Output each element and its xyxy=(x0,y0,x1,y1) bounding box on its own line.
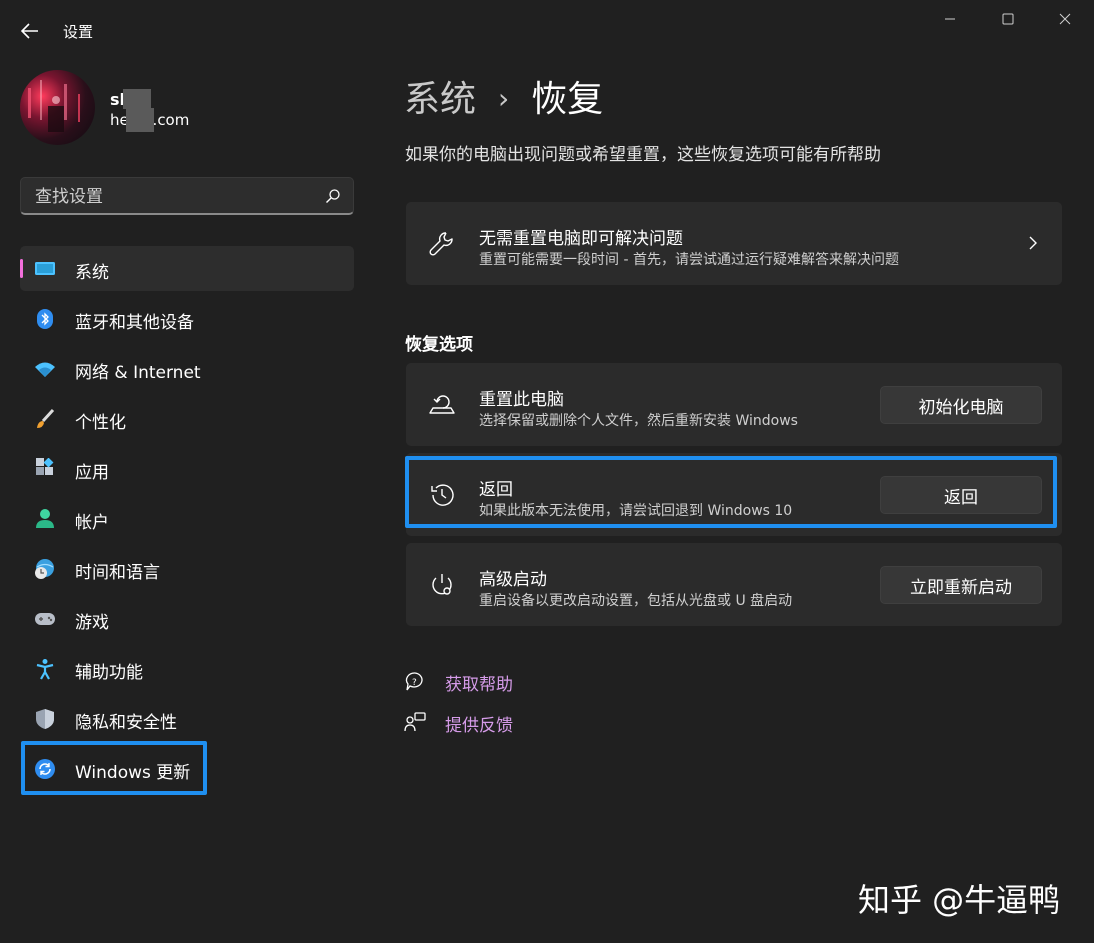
close-button[interactable] xyxy=(1043,8,1087,30)
card-title: 无需重置电脑即可解决问题 xyxy=(479,229,683,249)
sidebar-item-label: 时间和语言 xyxy=(75,563,160,583)
card-description: 重置可能需要一段时间 - 首先，请尝试通过运行疑难解答来解决问题 xyxy=(479,252,899,268)
wifi-icon xyxy=(34,358,56,380)
minimize-button[interactable] xyxy=(928,8,972,30)
watermark: 知乎 @牛逼鸭 xyxy=(858,881,1061,919)
close-icon xyxy=(1059,13,1071,25)
sidebar-item-network[interactable]: 网络 & Internet xyxy=(20,346,354,391)
search-box xyxy=(20,177,354,216)
breadcrumb-parent[interactable]: 系统 xyxy=(404,79,476,120)
sidebar-item-label: 隐私和安全性 xyxy=(75,713,177,733)
sidebar-item-label: 帐户 xyxy=(75,513,109,533)
maximize-icon xyxy=(1002,13,1014,25)
title-bar: 设置 xyxy=(0,0,1094,60)
link-label: 获取帮助 xyxy=(445,675,513,695)
page-subtitle: 如果你的电脑出现问题或希望重置，这些恢复选项可能有所帮助 xyxy=(405,145,881,165)
chevron-right-icon xyxy=(1029,236,1037,250)
reset-pc-icon xyxy=(429,395,455,414)
active-indicator xyxy=(20,259,23,278)
section-title: 恢复选项 xyxy=(405,335,473,355)
sidebar-item-apps[interactable]: 应用 xyxy=(20,446,354,491)
sidebar-item-label: 游戏 xyxy=(75,613,109,633)
redaction-mask xyxy=(126,108,154,132)
card-description: 重启设备以更改启动设置，包括从光盘或 U 盘启动 xyxy=(479,593,793,609)
accessibility-icon xyxy=(34,658,56,680)
card-title: 重置此电脑 xyxy=(479,390,564,410)
sidebar-item-label: 蓝牙和其他设备 xyxy=(75,313,194,333)
reset-pc-button[interactable]: 初始化电脑 xyxy=(880,386,1042,424)
sidebar-item-label: 网络 & Internet xyxy=(75,363,201,383)
wrench-icon xyxy=(429,232,453,256)
svg-text:?: ? xyxy=(412,678,417,688)
sidebar-item-label: 应用 xyxy=(75,463,109,483)
restart-now-button[interactable]: 立即重新启动 xyxy=(880,566,1042,604)
feedback-icon xyxy=(404,712,426,732)
shield-icon xyxy=(34,708,56,730)
sidebar-item-accessibility[interactable]: 辅助功能 xyxy=(20,646,354,691)
sidebar-item-accounts[interactable]: 帐户 xyxy=(20,496,354,541)
highlight-box xyxy=(405,456,1057,528)
troubleshoot-card[interactable]: 无需重置电脑即可解决问题 重置可能需要一段时间 - 首先，请尝试通过运行疑难解答… xyxy=(406,202,1062,285)
back-button[interactable] xyxy=(18,20,42,42)
advanced-startup-card: 高级启动 重启设备以更改启动设置，包括从光盘或 U 盘启动 立即重新启动 xyxy=(406,543,1062,626)
back-arrow-icon xyxy=(21,23,38,39)
sidebar-item-label: 个性化 xyxy=(75,413,126,433)
highlight-box xyxy=(21,741,207,795)
gamepad-icon xyxy=(34,608,56,630)
sidebar-item-time-language[interactable]: 时间和语言 xyxy=(20,546,354,591)
avatar[interactable] xyxy=(20,70,95,145)
app-title: 设置 xyxy=(63,23,94,41)
minimize-icon xyxy=(945,18,955,20)
sidebar-item-personalization[interactable]: 个性化 xyxy=(20,396,354,441)
sidebar-item-privacy[interactable]: 隐私和安全性 xyxy=(20,696,354,741)
card-title: 高级启动 xyxy=(479,570,547,590)
sidebar-item-label: 辅助功能 xyxy=(75,663,143,683)
globe-clock-icon xyxy=(34,558,56,580)
redaction-mask xyxy=(123,89,151,109)
breadcrumb-separator: › xyxy=(498,82,510,115)
account-icon xyxy=(34,508,56,530)
sidebar-item-system[interactable]: 系统 xyxy=(20,246,354,291)
apps-icon xyxy=(34,458,56,480)
breadcrumb: 系统 › 恢复 xyxy=(404,70,603,122)
search-input[interactable] xyxy=(33,178,317,216)
reset-pc-card: 重置此电脑 选择保留或删除个人文件，然后重新安装 Windows 初始化电脑 xyxy=(406,363,1062,446)
system-icon xyxy=(34,258,56,280)
page-title: 恢复 xyxy=(531,79,604,120)
help-icon: ? xyxy=(405,672,423,691)
sidebar-item-gaming[interactable]: 游戏 xyxy=(20,596,354,641)
power-settings-icon xyxy=(432,574,452,595)
sidebar-item-bluetooth[interactable]: 蓝牙和其他设备 xyxy=(20,296,354,341)
link-label: 提供反馈 xyxy=(445,716,513,736)
search-icon[interactable] xyxy=(325,188,341,204)
sidebar-item-label: 系统 xyxy=(75,263,109,283)
bluetooth-icon xyxy=(34,308,56,330)
card-description: 选择保留或删除个人文件，然后重新安装 Windows xyxy=(479,413,798,429)
brush-icon xyxy=(34,408,56,430)
maximize-button[interactable] xyxy=(986,8,1030,30)
avatar-picture xyxy=(28,80,80,132)
